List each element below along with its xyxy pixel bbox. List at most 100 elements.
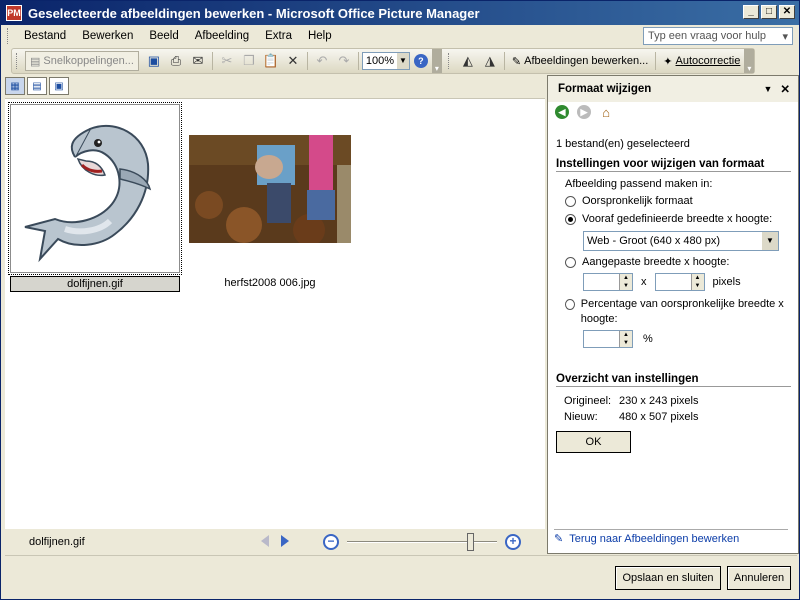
status-bar: dolfijnen.gif − + (5, 530, 545, 554)
menu-extra[interactable]: Extra (257, 30, 300, 42)
shortcuts-button[interactable]: ▤ Snelkoppelingen... (25, 51, 139, 71)
zoom-slider-track[interactable] (347, 541, 497, 543)
picture-manager-icon: PM (6, 5, 22, 21)
spinner-arrows-icon[interactable]: ▲ ▼ (619, 331, 632, 347)
edit-pictures-icon: ✎ (511, 55, 522, 68)
view-mode-bar: ▦ ▤ ▣ (5, 75, 69, 97)
back-icon[interactable]: ◀ (552, 103, 572, 121)
minimize-button[interactable]: _ (743, 5, 759, 19)
thumbnail-item[interactable]: herfst2008 006.jpg (185, 104, 355, 292)
chevron-down-icon[interactable]: ▼ (396, 53, 409, 69)
task-pane-nav: ◀ ▶ ⌂ (548, 102, 798, 122)
autocorrect-button[interactable]: ✦ Autocorrectie (659, 51, 744, 71)
edit-pictures-label: Afbeeldingen bewerken... (524, 55, 649, 67)
original-label: Origineel: (564, 395, 612, 407)
shortcuts-icon: ▤ (30, 55, 41, 68)
radio-button[interactable] (565, 213, 576, 225)
spinner-arrows-icon[interactable]: ▲ ▼ (690, 274, 704, 290)
menu-afbeelding[interactable]: Afbeelding (187, 30, 257, 42)
rotate-left-icon[interactable]: ◭ (457, 51, 479, 71)
save-and-close-button[interactable]: Opslaan en sluiten (615, 566, 721, 590)
selected-count: 1 bestand(en) geselecteerd (556, 138, 690, 150)
thumbnail-pane: dolfijnen.gif herfst2008 006.jpg (5, 98, 545, 529)
menu-beeld[interactable]: Beeld (141, 30, 186, 42)
radio-label: Aangepaste breedte x hoogte: (582, 256, 730, 268)
custom-height-field[interactable]: ▲ ▼ (654, 273, 705, 291)
chevron-down-icon[interactable]: ▾ (782, 30, 788, 43)
ok-button[interactable]: OK (556, 431, 631, 453)
thumbnail-view-icon[interactable]: ▦ (5, 77, 25, 95)
thumbnail-caption: dolfijnen.gif (10, 276, 180, 292)
fit-label: Afbeelding passend maken in: (565, 178, 713, 190)
current-filename: dolfijnen.gif (29, 536, 85, 548)
zoom-in-icon[interactable]: + (505, 534, 521, 550)
single-picture-view-icon[interactable]: ▣ (49, 77, 69, 95)
menu-bewerken[interactable]: Bewerken (74, 30, 141, 42)
custom-width-field[interactable]: ▲ ▼ (583, 273, 633, 291)
thumbnail-frame[interactable] (185, 104, 355, 273)
help-icon[interactable]: ? (410, 51, 432, 71)
radio-label: Oorspronkelijk formaat (582, 195, 693, 207)
percent-unit: % (643, 333, 653, 345)
app-window: PM Geselecteerde afbeeldingen bewerken -… (0, 0, 800, 600)
predefined-size-select[interactable]: Web - Groot (640 x 480 px) ▼ (583, 231, 779, 251)
radio-button[interactable] (565, 195, 576, 207)
back-to-edit-link[interactable]: ✎ Terug naar Afbeeldingen bewerken (554, 529, 788, 545)
menu-bestand[interactable]: Bestand (16, 30, 74, 42)
thumbnail-caption: herfst2008 006.jpg (224, 277, 316, 289)
previous-picture-icon[interactable] (261, 535, 269, 547)
new-label: Nieuw: (564, 411, 598, 423)
zoom-out-icon[interactable]: − (323, 534, 339, 550)
menu-help[interactable]: Help (300, 30, 340, 42)
radio-original-size[interactable]: Oorspronkelijk formaat (565, 192, 791, 210)
toolbar-options-icon[interactable]: ▾ (431, 49, 442, 73)
toolbar-grip[interactable] (16, 53, 19, 69)
radio-label: Percentage van oorspronkelijke breedte x… (580, 298, 784, 325)
bottom-button-bar: Opslaan en sluiten Annuleren (5, 555, 797, 599)
redo-icon[interactable]: ↷ (333, 51, 355, 71)
pixels-unit: pixels (712, 276, 741, 288)
email-icon[interactable]: ✉ (187, 51, 209, 71)
radio-button[interactable] (565, 299, 575, 310)
task-pane-title: Formaat wijzigen (558, 83, 652, 95)
filmstrip-view-icon[interactable]: ▤ (27, 77, 47, 95)
shortcuts-label: Snelkoppelingen... (43, 55, 134, 67)
close-icon[interactable]: ✕ (780, 82, 790, 96)
radio-percentage[interactable]: Percentage van oorspronkelijke breedte x… (565, 297, 791, 327)
toolbar2-grip[interactable] (447, 53, 451, 69)
maximize-button[interactable]: □ (761, 5, 777, 19)
radio-button[interactable] (565, 256, 576, 268)
chevron-down-icon[interactable]: ▼ (762, 232, 778, 250)
spinner-arrows-icon[interactable]: ▲ ▼ (619, 274, 632, 290)
close-window-button[interactable]: ✕ (779, 5, 795, 19)
dolphin-image (24, 124, 152, 262)
radio-custom-size[interactable]: Aangepaste breedte x hoogte: (565, 253, 791, 271)
copy-icon[interactable]: ❐ (238, 51, 260, 71)
percentage-field[interactable]: ▲ ▼ (583, 330, 633, 348)
home-icon[interactable]: ⌂ (596, 103, 616, 121)
print-icon[interactable]: ⎙ (165, 51, 187, 71)
paste-icon[interactable]: 📋 (260, 51, 282, 71)
next-picture-icon[interactable] (281, 535, 289, 547)
forward-icon[interactable]: ▶ (574, 103, 594, 121)
title-bar: PM Geselecteerde afbeeldingen bewerken -… (1, 1, 799, 25)
radio-predefined-size[interactable]: Vooraf gedefinieerde breedte x hoogte: (565, 210, 791, 228)
rotate-right-icon[interactable]: ◮ (479, 51, 501, 71)
times-label: x (641, 276, 647, 288)
autocorrect-label: Autocorrectie (675, 55, 741, 67)
toolbar2-options-icon[interactable]: ▾ (744, 49, 755, 73)
menu-grip[interactable] (7, 28, 10, 44)
edit-pictures-button[interactable]: ✎ Afbeeldingen bewerken... (508, 51, 652, 71)
undo-icon[interactable]: ↶ (311, 51, 333, 71)
save-icon[interactable]: ▣ (143, 51, 165, 71)
thumbnail-item[interactable]: dolfijnen.gif (8, 102, 182, 292)
zoom-slider-handle[interactable] (467, 533, 474, 551)
cut-icon[interactable]: ✂ (216, 51, 238, 71)
delete-icon[interactable]: ✕ (282, 51, 304, 71)
task-pane: Formaat wijzigen ▼ ✕ ◀ ▶ ⌂ 1 bestand(en)… (547, 75, 799, 554)
cancel-button[interactable]: Annuleren (727, 566, 791, 590)
zoom-select[interactable]: 100% ▼ (361, 52, 410, 70)
chevron-down-icon[interactable]: ▼ (763, 84, 772, 94)
help-search-input[interactable]: Typ een vraag voor hulp ▾ (643, 27, 793, 45)
thumbnail-frame[interactable] (8, 102, 182, 275)
